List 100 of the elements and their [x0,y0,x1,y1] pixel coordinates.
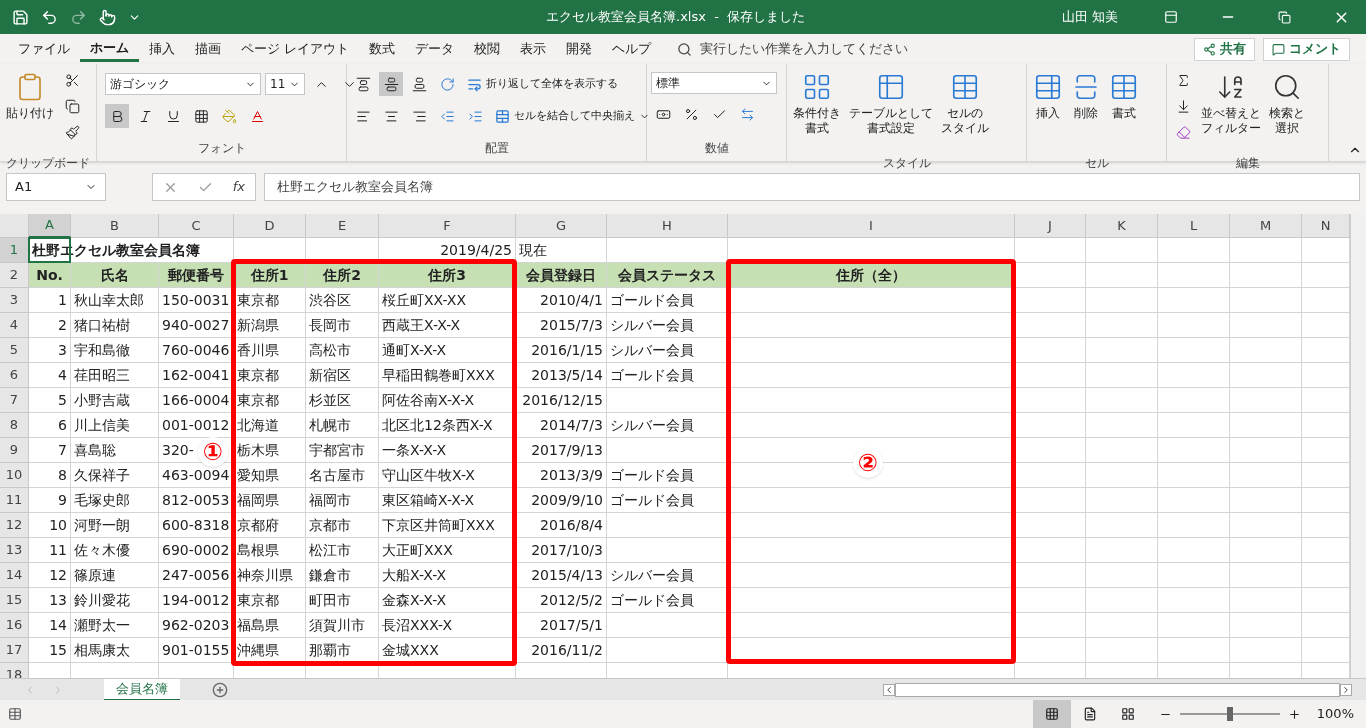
column-header[interactable]: F [379,214,516,238]
merge-center-button[interactable]: セルを結合して中央揃え [495,104,650,128]
row-header[interactable]: 12 [0,513,29,538]
empty-cell [1230,313,1302,338]
undo-icon[interactable] [41,8,58,26]
row-header[interactable]: 4 [0,313,29,338]
row-header[interactable]: 15 [0,588,29,613]
cells-button[interactable]: 書式 [1107,68,1141,154]
style-button[interactable]: 条件付き 書式 [791,68,843,154]
ribbon-tab[interactable]: ファイル [8,36,80,62]
view-button[interactable] [1032,700,1071,728]
macro-record-icon[interactable] [8,707,22,721]
ribbon-tab[interactable]: 開発 [556,36,603,62]
column-header[interactable]: J [1015,214,1086,238]
table-cell: 小野吉蔵 [71,388,159,413]
row-header[interactable]: 9 [0,438,29,463]
table-cell: 812-0053 [159,488,234,513]
row-header[interactable]: 10 [0,463,29,488]
column-header[interactable]: I [728,214,1015,238]
ribbon-tab[interactable]: ヘルプ [602,36,662,62]
cells-button[interactable]: 挿入 [1031,68,1065,154]
number-format-field[interactable]: 標準 [651,72,777,94]
ribbon-tab[interactable]: 数式 [359,36,406,62]
bold-icon[interactable] [105,104,129,128]
row-header[interactable]: 1 [0,238,29,263]
sheet-tab[interactable]: 会員名簿 [104,678,180,701]
restore-icon[interactable] [1278,10,1291,24]
ribbon-tab[interactable]: 表示 [510,36,557,62]
style-button[interactable]: セルの スタイル [939,68,991,154]
ribbon-tab[interactable]: 校閲 [464,36,511,62]
table-cell: 喜島聡 [71,438,159,463]
style-button[interactable]: テーブルとして 書式設定 [847,68,935,154]
vertical-scrollbar[interactable] [1350,214,1366,678]
column-header[interactable]: B [71,214,159,238]
table-cell: 2017/5/1 [516,613,607,638]
ribbon-display-icon[interactable] [1164,10,1178,24]
table-cell: ゴールド会員 [607,588,728,613]
ribbon-tab[interactable]: 挿入 [139,36,185,62]
row-header[interactable]: 13 [0,538,29,563]
save-icon[interactable] [12,8,29,26]
column-header[interactable]: M [1230,214,1302,238]
name-box[interactable]: A1 [6,173,106,201]
column-header[interactable]: C [159,214,234,238]
scroll-right-icon[interactable] [1340,683,1352,696]
row-header[interactable]: 17 [0,638,29,663]
table-cell: 690-0002 [159,538,234,563]
editing-button[interactable]: 検索と 選択 [1267,68,1307,154]
share-button[interactable]: 共有 [1194,37,1255,61]
touch-mode-icon[interactable] [99,8,116,26]
group-label: セル [1083,155,1110,172]
merge-cells-icon [495,108,510,124]
zoom-slider-thumb[interactable] [1226,707,1233,721]
row-header[interactable]: 3 [0,288,29,313]
zoom-in-icon[interactable] [1287,707,1301,721]
empty-cell [1158,313,1230,338]
horizontal-scrollbar[interactable] [895,682,1340,697]
tell-me-field[interactable]: 実行したい作業を入力してください [677,39,909,59]
font-name-field[interactable]: 游ゴシック [105,73,261,95]
row-header[interactable]: 16 [0,613,29,638]
row-header[interactable]: 5 [0,338,29,363]
cells-button[interactable]: 削除 [1069,68,1103,154]
column-header[interactable]: E [306,214,379,238]
formula-field[interactable]: 杜野エクセル教室会員名簿 [264,173,1360,201]
column-header[interactable]: L [1158,214,1230,238]
row-header[interactable]: 14 [0,563,29,588]
empty-cell [1230,463,1302,488]
empty-cell [1086,288,1158,313]
wrap-text-button[interactable]: 折り返して全体を表示する [467,72,618,96]
table-cell: シルバー会員 [607,313,728,338]
row-header[interactable]: 8 [0,413,29,438]
empty-cell [1086,638,1158,663]
table-cell: 名古屋市 [306,463,379,488]
comment-button[interactable]: コメント [1263,37,1350,61]
editing-button[interactable]: 並べ替えと フィルター [1199,68,1263,154]
table-cell: 福岡県 [234,488,306,513]
ribbon-tab[interactable]: ページ レイアウト [231,36,360,62]
scroll-left-icon[interactable] [883,683,895,696]
ribbon-tab[interactable]: ホーム [80,36,139,62]
insert-function-button[interactable]: fx [232,177,246,197]
column-header[interactable]: H [607,214,728,238]
row-header[interactable]: 7 [0,388,29,413]
column-header[interactable]: A [29,214,71,238]
table-cell: 11 [29,538,71,563]
paste-button[interactable]: 貼り付け [4,68,56,154]
column-header[interactable]: K [1086,214,1158,238]
ribbon-tab[interactable]: 描画 [185,36,231,62]
add-sheet-icon[interactable] [212,681,228,698]
row-header[interactable]: 2 [0,263,29,288]
column-header[interactable]: G [516,214,607,238]
column-header[interactable]: D [234,214,306,238]
callout-number: ② [853,448,883,478]
table-cell: シルバー会員 [607,413,728,438]
row-header[interactable]: 6 [0,363,29,388]
row-header[interactable]: 11 [0,488,29,513]
ribbon-tab[interactable]: データ [405,36,465,62]
table-cell: 長沼XXX-X [379,613,516,638]
font-size-field[interactable]: 11 [265,73,305,95]
table-cell: 166-0004 [159,388,234,413]
table-cell: ゴールド会員 [607,288,728,313]
middle-align-icon[interactable] [379,72,403,96]
